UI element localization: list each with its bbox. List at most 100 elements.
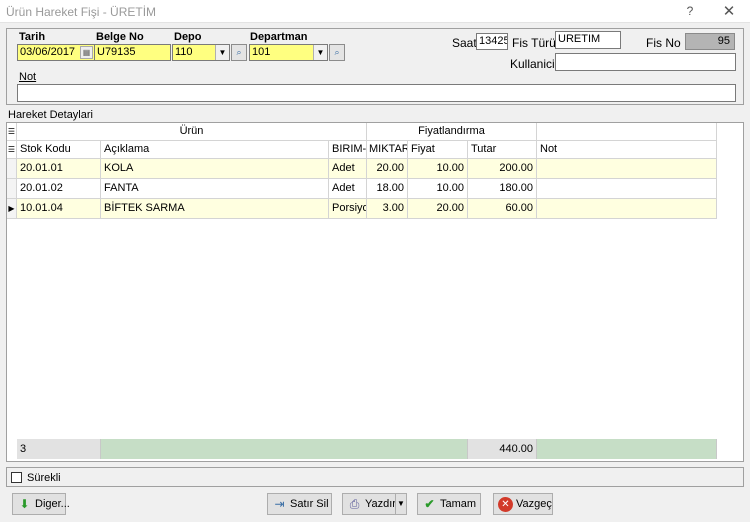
col-birim[interactable]: BIRIM- bbox=[329, 141, 367, 159]
satir-sil-button[interactable]: ⇥ Satır Sil bbox=[267, 493, 332, 515]
cell-birim[interactable]: Porsiyon bbox=[329, 199, 367, 219]
yazdir-button[interactable]: ⎙ Yazdır ▼ bbox=[342, 493, 407, 515]
calendar-icon[interactable]: ▦ bbox=[80, 46, 93, 59]
fis-no-value: 95 bbox=[717, 35, 730, 47]
grid-footer: 3 440.00 bbox=[7, 439, 717, 459]
satir-sil-label: Satır Sil bbox=[290, 498, 329, 510]
cell-miktar[interactable]: 18.00 bbox=[367, 179, 408, 199]
cell-fiyat[interactable]: 10.00 bbox=[408, 159, 468, 179]
close-button[interactable]: ✕ bbox=[715, 2, 743, 21]
col-not[interactable]: Not bbox=[537, 141, 717, 159]
table-row[interactable]: 20.01.01 KOLA Adet 20.00 10.00 200.00 bbox=[7, 159, 717, 179]
saat-value: 13425 bbox=[479, 35, 508, 47]
tarih-value: 03/06/2017 bbox=[20, 46, 76, 58]
cell-stok-kodu[interactable]: 20.01.02 bbox=[17, 179, 101, 199]
footer-band-right bbox=[537, 439, 717, 459]
vazgec-label: Vazgeç bbox=[516, 498, 552, 510]
title-bar: Ürün Hareket Fişi - ÜRETİM ? ✕ bbox=[0, 0, 750, 23]
belge-field[interactable]: U79135 bbox=[94, 44, 171, 61]
fis-no-label: Fis No bbox=[646, 36, 681, 50]
hareket-grid[interactable]: ☰ Ürün Fiyatlandırma ☰ Stok Kodu Açıklam… bbox=[6, 122, 744, 462]
kullanici-field[interactable] bbox=[555, 53, 736, 71]
col-aciklama[interactable]: Açıklama bbox=[101, 141, 329, 159]
footer-total: 440.00 bbox=[468, 439, 537, 459]
not-field[interactable] bbox=[17, 84, 736, 102]
departman-dropdown-icon[interactable]: ▼ bbox=[313, 45, 327, 60]
options-panel: Sürekli bbox=[6, 467, 744, 487]
cell-not[interactable] bbox=[537, 159, 717, 179]
cell-not[interactable] bbox=[537, 179, 717, 199]
departman-select[interactable]: 101 ▼ bbox=[249, 44, 328, 61]
cell-fiyat[interactable]: 10.00 bbox=[408, 179, 468, 199]
cell-miktar[interactable]: 20.00 bbox=[367, 159, 408, 179]
tamam-button[interactable]: ✔ Tamam bbox=[417, 493, 481, 515]
check-icon: ✔ bbox=[424, 497, 435, 511]
depo-select[interactable]: 110 ▼ bbox=[172, 44, 230, 61]
kullanici-label: Kullanici bbox=[510, 57, 555, 71]
tarih-label: Tarih bbox=[19, 31, 46, 43]
footer-count: 3 bbox=[17, 439, 101, 459]
cell-miktar[interactable]: 3.00 bbox=[367, 199, 408, 219]
column-chooser-icon[interactable]: ☰ bbox=[7, 123, 17, 141]
depo-label: Depo bbox=[174, 31, 202, 43]
vazgec-button[interactable]: ✕ Vazgeç bbox=[493, 493, 553, 515]
table-row[interactable]: 20.01.02 FANTA Adet 18.00 10.00 180.00 bbox=[7, 179, 717, 199]
not-label: Not bbox=[19, 71, 36, 83]
cell-stok-kodu[interactable]: 10.01.04 bbox=[17, 199, 101, 219]
cell-fiyat[interactable]: 20.00 bbox=[408, 199, 468, 219]
cell-tutar[interactable]: 60.00 bbox=[468, 199, 537, 219]
cell-aciklama[interactable]: FANTA bbox=[101, 179, 329, 199]
band-urun: Ürün bbox=[17, 123, 367, 141]
cell-tutar[interactable]: 200.00 bbox=[468, 159, 537, 179]
fis-turu-value: URETIM bbox=[558, 33, 601, 45]
belge-label: Belge No bbox=[96, 31, 144, 43]
footer-band-left bbox=[101, 439, 468, 459]
band-empty bbox=[537, 123, 717, 141]
depo-dropdown-icon[interactable]: ▼ bbox=[215, 45, 229, 60]
tamam-label: Tamam bbox=[440, 498, 477, 510]
departman-lookup-icon[interactable]: ⌕ bbox=[329, 44, 345, 61]
fis-turu-field[interactable]: URETIM bbox=[555, 31, 621, 49]
yazdir-dropdown-icon[interactable]: ▼ bbox=[395, 494, 406, 514]
help-button[interactable]: ? bbox=[676, 2, 704, 21]
cell-aciklama[interactable]: KOLA bbox=[101, 159, 329, 179]
cell-not[interactable] bbox=[537, 199, 717, 219]
departman-value: 101 bbox=[252, 46, 271, 58]
row-indicator[interactable] bbox=[7, 159, 17, 179]
tarih-field[interactable]: 03/06/2017 ▦ bbox=[17, 44, 95, 61]
row-header-icon[interactable]: ☰ bbox=[7, 141, 17, 159]
diger-button[interactable]: ⬇ Diger... bbox=[12, 493, 70, 515]
departman-label: Departman bbox=[250, 31, 308, 43]
depo-lookup-icon[interactable]: ⌕ bbox=[231, 44, 247, 61]
not-label-text: Not bbox=[19, 71, 37, 83]
cell-birim[interactable]: Adet bbox=[329, 159, 367, 179]
fis-turu-label: Fis Türü bbox=[512, 36, 556, 50]
yazdir-label: Yazdır bbox=[365, 498, 396, 510]
depo-value: 110 bbox=[175, 46, 193, 58]
current-row-arrow-icon[interactable]: ▶ bbox=[7, 199, 17, 219]
header-panel: Tarih 03/06/2017 ▦ Belge No U79135 Depo … bbox=[6, 28, 744, 105]
cell-birim[interactable]: Adet bbox=[329, 179, 367, 199]
col-tutar[interactable]: Tutar bbox=[468, 141, 537, 159]
band-fiyatlandirma: Fiyatlandırma bbox=[367, 123, 537, 141]
cell-stok-kodu[interactable]: 20.01.01 bbox=[17, 159, 101, 179]
surekli-label: Sürekli bbox=[27, 472, 61, 484]
col-fiyat[interactable]: Fiyat bbox=[408, 141, 468, 159]
grid-caption: Hareket Detaylari bbox=[8, 109, 93, 121]
fis-no-field: 95 bbox=[685, 33, 735, 50]
saat-label: Saat bbox=[452, 36, 477, 50]
cell-tutar[interactable]: 180.00 bbox=[468, 179, 537, 199]
col-miktar[interactable]: MIKTAR bbox=[367, 141, 408, 159]
cell-aciklama[interactable]: BİFTEK SARMA bbox=[101, 199, 329, 219]
window-title: Ürün Hareket Fişi - ÜRETİM bbox=[6, 5, 157, 19]
surekli-checkbox[interactable] bbox=[11, 472, 22, 483]
row-indicator[interactable] bbox=[7, 179, 17, 199]
saat-field[interactable]: 13425 bbox=[476, 33, 508, 50]
print-icon: ⎙ bbox=[349, 497, 360, 511]
delete-row-icon: ⇥ bbox=[274, 497, 285, 511]
col-stok-kodu[interactable]: Stok Kodu bbox=[17, 141, 101, 159]
cancel-icon: ✕ bbox=[498, 497, 513, 512]
belge-value: U79135 bbox=[97, 46, 136, 58]
diger-label: Diger... bbox=[35, 498, 70, 510]
table-row[interactable]: ▶ 10.01.04 BİFTEK SARMA Porsiyon 3.00 20… bbox=[7, 199, 717, 219]
